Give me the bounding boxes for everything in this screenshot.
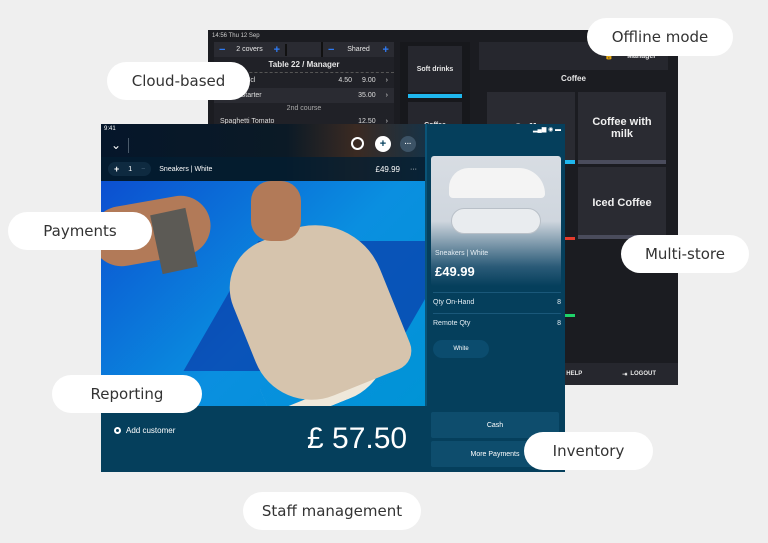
covers-label: 2 covers: [236, 46, 263, 53]
feature-cloud-based: Cloud-based: [107, 62, 250, 100]
shared-label: Shared: [347, 46, 370, 53]
chevron-down-icon[interactable]: ⌄: [111, 138, 125, 152]
covers-bar: −2 covers + − Shared +: [214, 42, 394, 57]
checkout-bar: Add customer £ 57.50 Cash More Payments: [101, 406, 565, 472]
quantity-value: 1: [128, 165, 133, 173]
remote-qty-row: Remote Qty 8: [433, 313, 561, 327]
shared-increase-button[interactable]: +: [378, 44, 394, 56]
covers-increase-button[interactable]: +: [269, 44, 285, 56]
help-button[interactable]: HELP: [566, 371, 582, 377]
signal-icons: ▂▄▆ ◉ ▬: [532, 127, 561, 133]
remote-qty-value: 8: [557, 320, 561, 327]
increase-icon[interactable]: +: [114, 164, 119, 174]
qty-on-hand-row: Qty On-Hand 8: [433, 292, 561, 306]
feature-offline-mode: Offline mode: [587, 18, 733, 56]
order-item-total: 9.00: [362, 77, 376, 84]
category-label: Soft drinks: [416, 65, 454, 73]
feature-reporting: Reporting: [52, 375, 202, 413]
add-customer-icon: [114, 427, 121, 434]
line-item-more-icon[interactable]: ···: [410, 166, 417, 173]
product-detail-panel: ▂▄▆ ◉ ▬ Sneakers | White £49.99 Qty On-H…: [425, 124, 565, 406]
product-photo: [101, 181, 459, 429]
order-item-total: 35.00: [358, 92, 376, 99]
line-item-price: £49.99: [375, 164, 400, 174]
logout-button[interactable]: LOGOUT: [630, 371, 656, 377]
decrease-icon[interactable]: −: [141, 166, 145, 173]
logout-icon: ⇥: [622, 371, 628, 378]
remote-qty-label: Remote Qty: [433, 320, 471, 327]
more-icon[interactable]: ···: [400, 136, 416, 152]
add-customer-label: Add customer: [126, 426, 176, 435]
shared-decrease-button[interactable]: −: [323, 44, 339, 56]
section-title: Coffee: [561, 74, 586, 83]
quantity-stepper[interactable]: +1 −: [108, 162, 152, 176]
qty-on-hand-value: 8: [557, 299, 561, 306]
feature-multi-store: Multi-store: [621, 235, 749, 273]
tile-color-bar: [565, 314, 575, 317]
product-name: Sneakers | White: [435, 250, 489, 257]
add-customer-button[interactable]: Add customer: [114, 426, 175, 435]
order-item-price: 4.50: [338, 77, 353, 84]
variant-chip[interactable]: White: [433, 340, 489, 358]
category-color-bar: [408, 94, 462, 98]
tile-label: Coffee with milk: [592, 115, 652, 140]
category-soft-drinks[interactable]: Soft drinks: [408, 46, 462, 98]
retail-pos-screen: 9:41 ⌄ + ··· +1 − Sneakers | White £49.99…: [101, 124, 565, 472]
chevron-right-icon: ›: [385, 77, 388, 84]
search-icon[interactable]: [351, 137, 364, 150]
product-tile-coffee-with-milk[interactable]: Coffee with milk: [578, 92, 666, 164]
feature-staff-management: Staff management: [243, 492, 421, 530]
tile-color-bar: [565, 237, 575, 240]
line-item-name: Sneakers | White: [159, 165, 213, 173]
cart-line-item[interactable]: +1 − Sneakers | White £49.99 ···: [101, 157, 425, 181]
product-tile-iced-coffee[interactable]: Iced Coffee: [578, 167, 666, 239]
tile-label: Iced Coffee: [592, 196, 652, 209]
course-divider: 2nd course: [286, 105, 322, 112]
product-price: £49.99: [435, 264, 475, 279]
order-total: £ 57.50: [307, 422, 408, 455]
status-bar-time: 14:56 Thu 12 Sep: [212, 33, 260, 39]
status-time: 9:41: [104, 126, 116, 132]
add-icon[interactable]: +: [375, 136, 391, 152]
covers-decrease-button[interactable]: −: [214, 44, 230, 56]
feature-inventory: Inventory: [524, 432, 653, 470]
qty-on-hand-label: Qty On-Hand: [433, 299, 475, 306]
feature-payments: Payments: [8, 212, 152, 250]
chevron-right-icon: ›: [385, 92, 388, 99]
